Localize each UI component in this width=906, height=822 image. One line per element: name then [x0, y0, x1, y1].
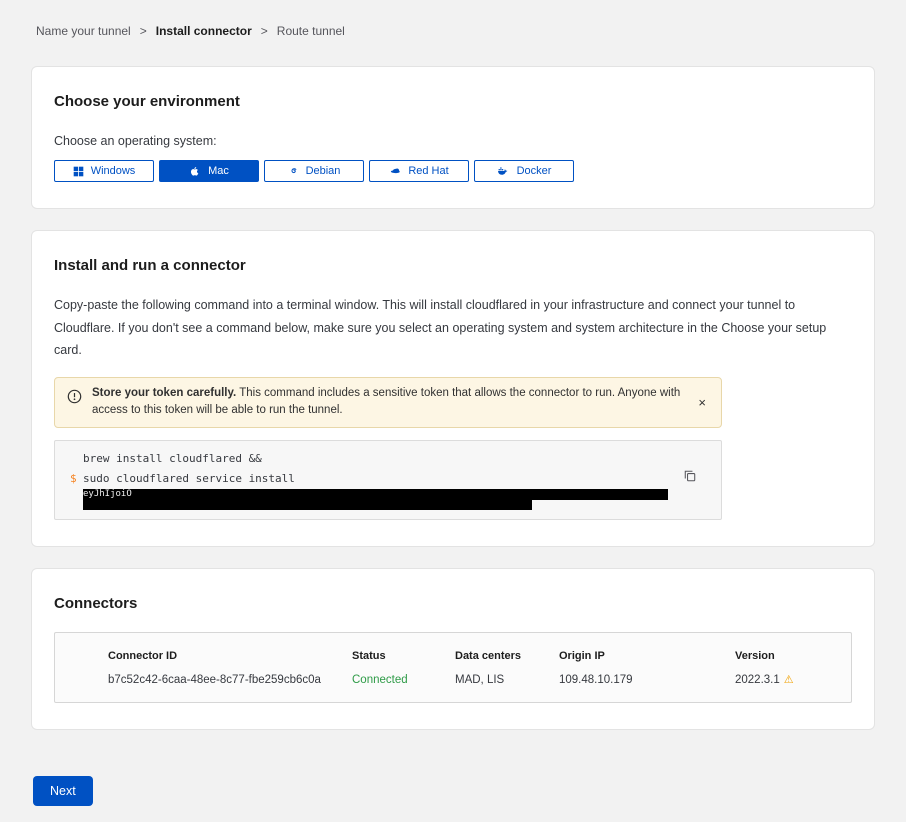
code-token-line: eyJhIjoiO	[70, 489, 706, 500]
install-description: Copy-paste the following command into a …	[54, 294, 852, 362]
install-command-code-block: brew install cloudflared && $sudo cloudf…	[54, 440, 722, 520]
os-button-docker[interactable]: Docker	[474, 160, 574, 182]
header-version: Version	[735, 650, 851, 662]
breadcrumb-separator: >	[261, 24, 268, 38]
breadcrumb-separator: >	[140, 24, 147, 38]
breadcrumb-install-connector: Install connector	[156, 24, 252, 38]
os-button-label: Debian	[306, 165, 341, 177]
version-warning-icon: ⚠	[784, 673, 794, 686]
version-number: 2022.3.1	[735, 674, 780, 686]
next-button[interactable]: Next	[33, 776, 93, 806]
redacted-token-bar: eyJhIjoiO	[83, 489, 668, 500]
operating-system-label: Choose an operating system:	[54, 134, 852, 148]
connectors-title: Connectors	[54, 595, 852, 612]
redaction-bar	[132, 489, 668, 500]
version-value: 2022.3.1 ⚠	[735, 673, 851, 686]
os-button-label: Docker	[517, 165, 552, 177]
status-badge: Connected	[352, 674, 455, 686]
os-button-debian[interactable]: Debian	[264, 160, 364, 182]
token-prefix: eyJhIjoiO	[83, 489, 132, 500]
page: Name your tunnel > Install connector > R…	[0, 0, 906, 822]
header-origin-ip: Origin IP	[559, 650, 735, 662]
connectors-card: Connectors Connector ID Status Data cent…	[31, 568, 875, 730]
windows-icon	[73, 166, 84, 177]
connectors-table: Connector ID Status Data centers Origin …	[54, 632, 852, 703]
copy-icon[interactable]	[681, 467, 699, 488]
os-button-mac[interactable]: Mac	[159, 160, 259, 182]
code-text: sudo cloudflared service install	[83, 469, 295, 489]
os-button-row: Windows Mac Debian Red Hat	[54, 160, 852, 182]
choose-environment-title: Choose your environment	[54, 93, 852, 110]
os-button-label: Windows	[91, 165, 136, 177]
code-line-1: brew install cloudflared &&	[70, 449, 706, 469]
close-icon[interactable]: ×	[695, 394, 709, 411]
token-warning-banner: Store your token carefully. This command…	[54, 377, 722, 429]
breadcrumb: Name your tunnel > Install connector > R…	[36, 24, 875, 38]
breadcrumb-name-your-tunnel[interactable]: Name your tunnel	[36, 24, 131, 38]
debian-icon	[288, 166, 299, 177]
header-status: Status	[352, 650, 455, 662]
os-button-redhat[interactable]: Red Hat	[369, 160, 469, 182]
code-line-2: $sudo cloudflared service install	[70, 469, 706, 489]
redaction-bar	[83, 500, 532, 510]
apple-icon	[189, 165, 201, 177]
data-centers-value: MAD, LIS	[455, 674, 559, 686]
breadcrumb-route-tunnel[interactable]: Route tunnel	[277, 24, 345, 38]
connectors-table-header: Connector ID Status Data centers Origin …	[108, 650, 851, 662]
install-connector-card: Install and run a connector Copy-paste t…	[31, 230, 875, 547]
token-warning-bold: Store your token carefully.	[92, 387, 236, 399]
header-connector-id: Connector ID	[108, 650, 352, 662]
table-row: b7c52c42-6caa-48ee-8c77-fbe259cb6c0a Con…	[108, 673, 851, 686]
connector-id-value: b7c52c42-6caa-48ee-8c77-fbe259cb6c0a	[108, 674, 352, 686]
code-redacted-line	[70, 500, 706, 510]
origin-ip-value: 109.48.10.179	[559, 674, 735, 686]
os-button-label: Red Hat	[408, 165, 448, 177]
choose-environment-card: Choose your environment Choose an operat…	[31, 66, 875, 209]
redhat-icon	[389, 165, 401, 177]
token-warning-text: Store your token carefully. This command…	[92, 385, 685, 421]
install-connector-title: Install and run a connector	[54, 257, 852, 274]
docker-icon	[497, 166, 510, 177]
os-button-windows[interactable]: Windows	[54, 160, 154, 182]
code-text: brew install cloudflared &&	[83, 449, 262, 469]
alert-circle-icon	[67, 389, 82, 409]
os-button-label: Mac	[208, 165, 229, 177]
shell-prompt: $	[70, 469, 83, 489]
header-data-centers: Data centers	[455, 650, 559, 662]
